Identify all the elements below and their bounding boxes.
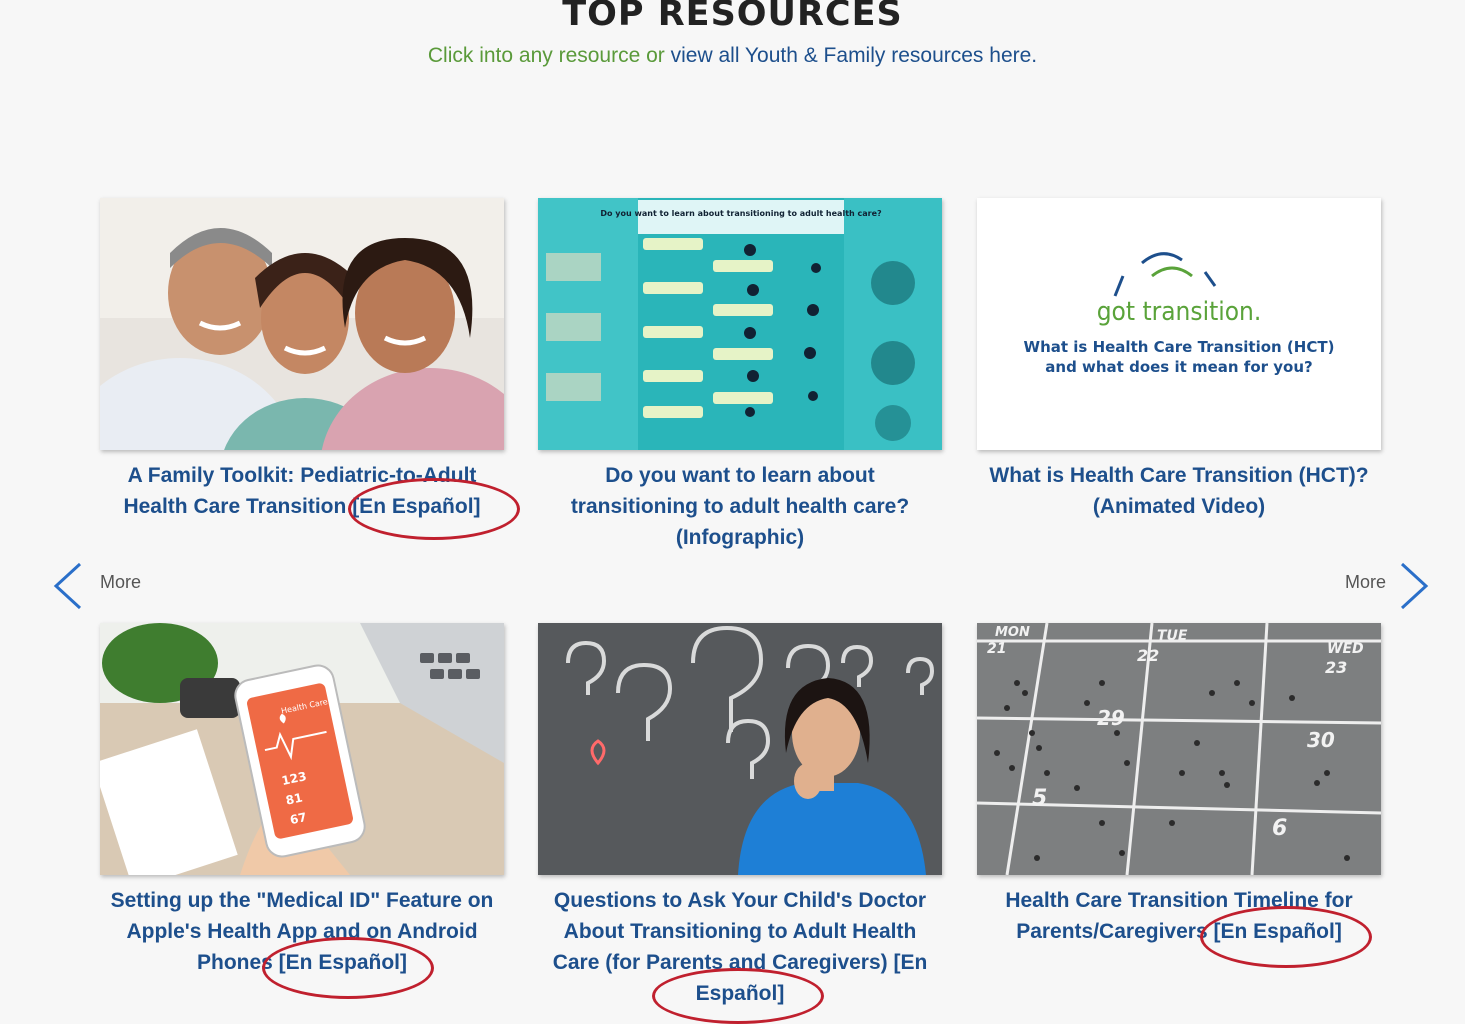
card-title-text[interactable]: Do you want to learn about transitioning… bbox=[571, 464, 909, 549]
date-label: 29 bbox=[1097, 706, 1125, 730]
card-thumbnail[interactable]: Do you want to learn about transitioning… bbox=[538, 198, 942, 450]
en-espanol-link[interactable]: [En Español] bbox=[1213, 920, 1341, 943]
date-label: 30 bbox=[1307, 728, 1335, 752]
card-title-text[interactable]: Questions to Ask Your Child's Doctor Abo… bbox=[553, 889, 926, 974]
day-label: TUE bbox=[1157, 628, 1188, 644]
chevron-left-icon[interactable] bbox=[50, 560, 86, 612]
calendar-crowd-image: MON TUE WED 21 22 23 29 30 5 6 bbox=[977, 623, 1381, 875]
card-title[interactable]: A Family Toolkit: Pediatric-to-Adult Hea… bbox=[100, 460, 504, 522]
got-transition-video-thumbnail: got transition. What is Health Care Tran… bbox=[977, 198, 1381, 450]
date-label: 6 bbox=[1272, 816, 1287, 841]
card-thumbnail[interactable] bbox=[538, 623, 942, 875]
card-thumbnail[interactable]: MON TUE WED 21 22 23 29 30 5 6 bbox=[977, 623, 1381, 875]
got-transition-wordmark: got transition. bbox=[1097, 297, 1262, 327]
card-title[interactable]: Setting up the "Medical ID" Feature on A… bbox=[100, 885, 504, 978]
hct-line-1: What is Health Care Transition (HCT) bbox=[1024, 338, 1335, 356]
chalkboard-questions-image bbox=[538, 623, 942, 875]
hct-line-2: and what does it mean for you? bbox=[1045, 358, 1312, 376]
card-title-text[interactable]: What is Health Care Transition (HCT)? (A… bbox=[989, 464, 1368, 518]
resource-card-family-toolkit[interactable]: A Family Toolkit: Pediatric-to-Adult Hea… bbox=[100, 198, 504, 522]
section-title: TOP RESOURCES bbox=[562, 0, 903, 34]
card-thumbnail[interactable] bbox=[100, 198, 504, 450]
card-thumbnail[interactable]: got transition. What is Health Care Tran… bbox=[977, 198, 1381, 450]
chevron-right-icon[interactable] bbox=[1396, 560, 1432, 612]
resource-card-infographic[interactable]: Do you want to learn about transitioning… bbox=[538, 198, 942, 553]
card-thumbnail[interactable]: Health Care 123 81 67 bbox=[100, 623, 504, 875]
view-all-resources-link[interactable]: view all Youth & Family resources here. bbox=[671, 44, 1038, 67]
resource-card-medical-id[interactable]: Health Care 123 81 67 Setting up the "Me… bbox=[100, 623, 504, 978]
date-label: 5 bbox=[1032, 786, 1047, 811]
card-title[interactable]: What is Health Care Transition (HCT)? (A… bbox=[977, 460, 1381, 522]
en-espanol-link[interactable]: [En Español] bbox=[279, 951, 407, 974]
day-label: MON bbox=[995, 625, 1030, 640]
phone-health-app-image: Health Care 123 81 67 bbox=[100, 623, 504, 875]
resource-card-hct-video[interactable]: got transition. What is Health Care Tran… bbox=[977, 198, 1381, 522]
date-label: 23 bbox=[1325, 658, 1347, 677]
family-photo-image bbox=[100, 198, 504, 450]
date-label: 21 bbox=[987, 641, 1006, 657]
subtitle-text: Click into any resource or bbox=[427, 44, 671, 67]
infographic-heading: Do you want to learn about transitioning… bbox=[600, 209, 882, 218]
card-title[interactable]: Questions to Ask Your Child's Doctor Abo… bbox=[538, 885, 942, 1009]
resource-card-timeline[interactable]: MON TUE WED 21 22 23 29 30 5 6 Health Ca… bbox=[977, 623, 1381, 947]
card-title[interactable]: Health Care Transition Timeline for Pare… bbox=[977, 885, 1381, 947]
resource-card-questions-doctor[interactable]: Questions to Ask Your Child's Doctor Abo… bbox=[538, 623, 942, 1009]
date-label: 22 bbox=[1137, 646, 1159, 665]
card-title[interactable]: Do you want to learn about transitioning… bbox=[538, 460, 942, 553]
prev-more-label[interactable]: More bbox=[100, 572, 141, 593]
infographic-image: Do you want to learn about transitioning… bbox=[538, 198, 942, 450]
day-label: WED bbox=[1327, 641, 1364, 657]
subtitle: Click into any resource or view all Yout… bbox=[0, 44, 1465, 68]
en-espanol-link[interactable]: [En Español] bbox=[352, 495, 480, 518]
next-more-label[interactable]: More bbox=[1345, 572, 1386, 593]
